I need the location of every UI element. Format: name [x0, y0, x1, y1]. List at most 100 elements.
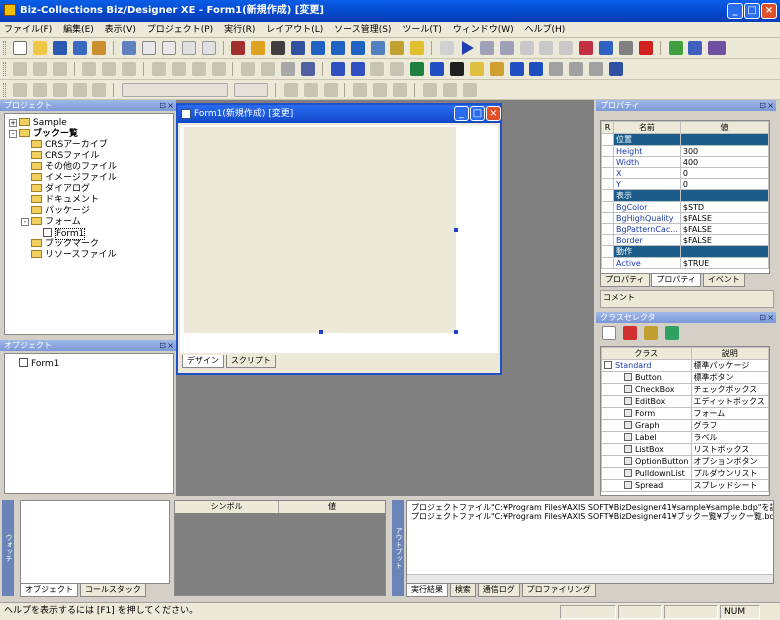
debug-window-icon[interactable] — [599, 41, 613, 55]
watch-side-tab[interactable]: ウォッチ — [2, 500, 14, 596]
grid-view-icon[interactable] — [370, 41, 385, 55]
close-button[interactable]: × — [761, 3, 777, 19]
property-row[interactable]: Y0 — [601, 178, 769, 190]
align-middle-icon[interactable] — [102, 62, 117, 76]
tree-item[interactable]: ドキュメント — [9, 195, 173, 206]
format2-icon[interactable] — [32, 83, 47, 97]
close-icon[interactable]: × — [167, 100, 174, 111]
property-check[interactable] — [601, 178, 614, 190]
copy-icon[interactable] — [142, 41, 156, 55]
tree-item[interactable]: イメージファイル — [9, 173, 173, 184]
save-all-icon[interactable] — [72, 41, 87, 55]
tree-item[interactable]: CRSファイル — [9, 151, 173, 162]
help-icon[interactable] — [410, 41, 425, 55]
class-row[interactable]: ListBox リストボックス — [601, 443, 769, 456]
tab-profiling[interactable]: プロファイリング — [521, 584, 596, 597]
run-icon[interactable] — [461, 41, 474, 55]
property-row[interactable]: BgPatternCac... $FALSE — [601, 223, 769, 235]
class-row[interactable]: Button 標準ボタン — [601, 371, 769, 384]
close-icon[interactable]: × — [767, 312, 774, 323]
property-value[interactable]: $TRUE — [679, 257, 769, 269]
tree-view-icon[interactable] — [664, 326, 679, 340]
property-value[interactable]: 400 — [679, 156, 769, 168]
property-value[interactable]: $FALSE — [679, 234, 769, 246]
tree-item[interactable]: + Sample — [9, 118, 173, 129]
form-canvas[interactable] — [184, 127, 456, 333]
class-row[interactable]: PulldownList プルダウンリスト — [601, 467, 769, 480]
document-icon[interactable] — [181, 41, 196, 55]
class-row[interactable]: EditBox エディットボックス — [601, 395, 769, 408]
percent2-icon[interactable] — [569, 62, 584, 76]
pin-icon[interactable]: ⊡ — [159, 340, 166, 351]
menu-layout[interactable]: レイアウト(L) — [262, 22, 327, 38]
delete-icon[interactable] — [231, 41, 246, 55]
resize-handle[interactable] — [454, 228, 458, 232]
align-left-icon[interactable] — [12, 62, 27, 76]
property-value[interactable]: $STD — [679, 201, 769, 213]
property-row[interactable]: BgHighQuality $FALSE — [601, 212, 769, 224]
package-icon[interactable] — [92, 41, 107, 55]
menu-run[interactable]: 実行(R) — [220, 22, 259, 38]
tab-comm-log[interactable]: 通信ログ — [477, 584, 520, 597]
line-color-icon[interactable] — [462, 83, 477, 97]
abc-icon[interactable] — [370, 62, 385, 76]
abc2-icon[interactable] — [390, 62, 405, 76]
form-maximize-button[interactable]: □ — [470, 106, 485, 121]
same-height-icon[interactable] — [171, 62, 186, 76]
stop-icon[interactable] — [499, 41, 514, 55]
text-left-icon[interactable] — [353, 83, 368, 97]
tab-object[interactable]: オブジェクト — [20, 584, 78, 597]
property-row[interactable]: Height 300 — [601, 145, 769, 157]
window-icon[interactable] — [310, 41, 325, 55]
bookmark-icon[interactable] — [489, 62, 504, 76]
class-row[interactable]: Form フォーム — [601, 407, 769, 420]
pin-icon[interactable]: ⊡ — [759, 100, 766, 111]
height-icon[interactable] — [430, 62, 444, 76]
same-size-icon[interactable] — [191, 62, 206, 76]
align-right-icon[interactable] — [52, 62, 67, 76]
pointer-icon[interactable] — [602, 326, 616, 340]
menu-window[interactable]: ウィンドウ(W) — [449, 22, 518, 38]
tree-item[interactable]: リソースファイル — [9, 250, 173, 261]
tree-item[interactable]: - フォーム — [9, 217, 173, 228]
tab-design[interactable]: デザイン — [182, 355, 224, 368]
format5-icon[interactable] — [92, 83, 107, 97]
same-width-icon[interactable] — [151, 62, 166, 76]
tree-item[interactable]: Form1 — [9, 228, 173, 240]
snap-grid-icon[interactable] — [300, 62, 315, 76]
settings-icon[interactable] — [688, 41, 703, 55]
fill-color-icon[interactable] — [442, 83, 457, 97]
text-right-icon[interactable] — [393, 83, 407, 97]
resize-handle[interactable] — [319, 330, 323, 334]
class-row[interactable]: OptionButton オプションボタン — [601, 455, 769, 468]
tab-script[interactable]: スクリプト — [225, 355, 276, 368]
lock-icon[interactable] — [251, 41, 266, 55]
pause-icon[interactable] — [479, 41, 494, 55]
output-side-tab[interactable]: アウトプット — [392, 500, 404, 596]
next-bookmark-icon[interactable] — [509, 62, 524, 76]
property-check[interactable] — [601, 167, 614, 179]
property-row[interactable]: X0 — [601, 167, 769, 179]
property-value[interactable]: 0 — [679, 178, 769, 190]
class-row[interactable]: Standard 標準パッケージ — [601, 359, 769, 372]
italic-icon[interactable] — [303, 83, 318, 97]
close-icon[interactable]: × — [167, 340, 174, 351]
tree-item[interactable]: - ブックー覧 — [9, 129, 173, 140]
class-row[interactable]: Label ラベル — [601, 431, 769, 444]
step-over-icon[interactable] — [539, 41, 554, 55]
width-icon[interactable] — [410, 62, 425, 76]
menu-tools[interactable]: ツール(T) — [398, 22, 446, 38]
property-check[interactable] — [601, 245, 614, 258]
brush-icon[interactable] — [608, 62, 623, 76]
tree-item[interactable]: CRSアーカイブ — [9, 140, 173, 151]
property-row[interactable]: Width 400 — [601, 156, 769, 168]
class-row[interactable]: Graph グラフ — [601, 419, 769, 432]
step-out-icon[interactable] — [559, 41, 574, 55]
tree-item[interactable]: ダイアログ — [9, 184, 173, 195]
align-center-icon[interactable] — [32, 62, 47, 76]
maximize-button[interactable]: □ — [744, 3, 760, 19]
pin-icon[interactable]: ⊡ — [159, 100, 166, 111]
list-item[interactable]: Form1 — [19, 358, 173, 369]
property-check[interactable] — [601, 257, 614, 269]
open-folder-icon[interactable] — [32, 41, 47, 55]
